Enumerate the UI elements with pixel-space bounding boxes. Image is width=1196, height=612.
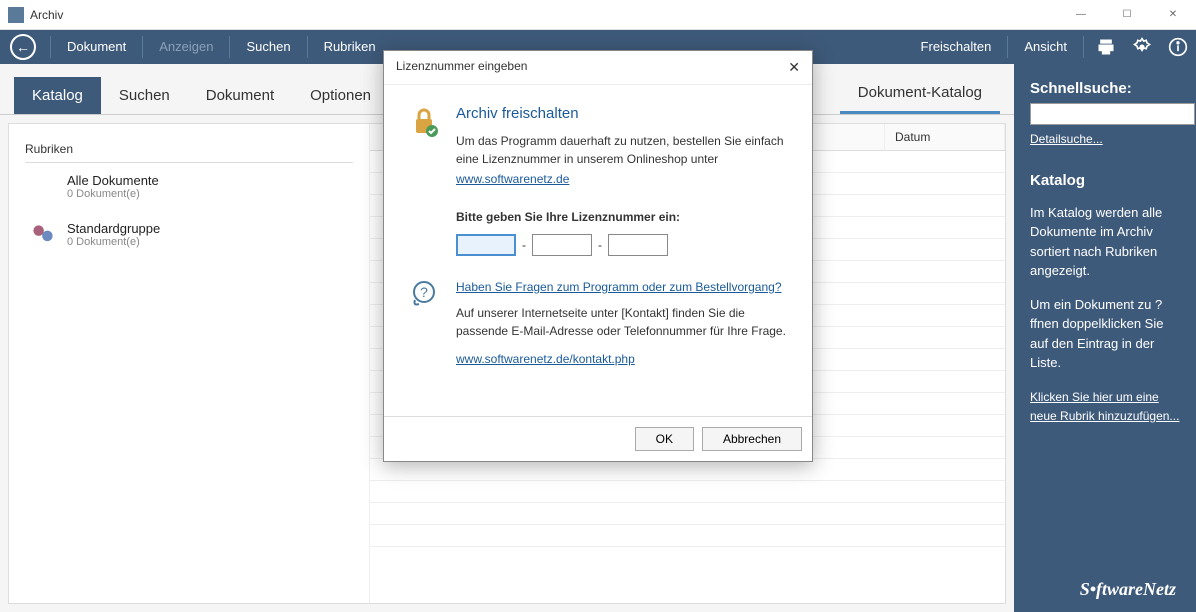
rubriken-header: Rubriken [25,136,353,163]
app-icon [8,7,24,23]
detailsuche-link[interactable]: Detailsuche... [1030,132,1103,146]
license-prompt: Bitte geben Sie Ihre Lizenznummer ein: [456,210,680,224]
tab-suchen[interactable]: Suchen [101,77,188,114]
info-icon[interactable] [1168,37,1188,57]
toolbar-suchen[interactable]: Suchen [234,30,302,64]
toolbar-freischalten[interactable]: Freischalten [909,30,1004,64]
toolbar-anzeigen[interactable]: Anzeigen [147,30,225,64]
modal-heading-freischalten: Archiv freischalten [456,105,788,122]
modal-close-icon[interactable]: ✕ [788,59,800,76]
cancel-button[interactable]: Abbrechen [702,427,802,451]
rubrik-name: Alle Dokumente [67,173,159,188]
rubrik-count: 0 Dokument(e) [67,188,159,200]
rubrik-standardgruppe[interactable]: Standardgruppe 0 Dokument(e) [25,211,353,259]
modal-heading-fragen: Haben Sie Fragen zum Programm oder zum B… [456,280,788,294]
print-icon[interactable] [1096,37,1116,57]
table-row[interactable] [370,459,1005,481]
tab-optionen[interactable]: Optionen [292,77,389,114]
group-icon [29,221,57,249]
toolbar-ansicht[interactable]: Ansicht [1012,30,1079,64]
toolbar-rubriken[interactable]: Rubriken [312,30,388,64]
license-field-3[interactable] [608,234,668,256]
lock-icon [408,105,440,186]
col-datum[interactable]: Datum [885,124,1005,150]
back-button[interactable]: ← [10,34,36,60]
softwarenetz-link[interactable]: www.softwarenetz.de [456,172,569,186]
modal-text: Um das Programm dauerhaft zu nutzen, bes… [456,132,788,168]
rubrik-alle-dokumente[interactable]: Alle Dokumente 0 Dokument(e) [25,163,353,211]
modal-text: Auf unserer Internetseite unter [Kontakt… [456,304,788,340]
brand-logo: S•ftwareNetz [1080,579,1176,600]
svg-text:?: ? [420,284,428,300]
dokument-katalog-header: Dokument-Katalog [840,74,1000,114]
schnellsuche-title: Schnellsuche: [1030,80,1180,97]
table-row[interactable] [370,525,1005,547]
license-modal: Lizenznummer eingeben ✕ Archiv freischal… [383,50,813,462]
close-button[interactable]: ✕ [1150,0,1196,30]
license-field-1[interactable] [456,234,516,256]
katalog-title: Katalog [1030,170,1180,193]
rubriken-panel: Rubriken Alle Dokumente 0 Dokument(e) St… [9,124,369,603]
right-panel: Schnellsuche: Los Detailsuche... Katalog… [1014,64,1196,612]
tab-katalog[interactable]: Katalog [14,77,101,114]
titlebar: Archiv — ☐ ✕ [0,0,1196,30]
ok-button[interactable]: OK [635,427,694,451]
katalog-text: Im Katalog werden alle Dokumente im Arch… [1030,203,1180,281]
kontakt-link[interactable]: www.softwarenetz.de/kontakt.php [456,352,635,366]
toolbar-dokument[interactable]: Dokument [55,30,138,64]
gear-icon[interactable] [1132,37,1152,57]
maximize-button[interactable]: ☐ [1104,0,1150,30]
rubrik-name: Standardgruppe [67,221,160,236]
license-field-2[interactable] [532,234,592,256]
minimize-button[interactable]: — [1058,0,1104,30]
tab-dokument[interactable]: Dokument [188,77,292,114]
table-row[interactable] [370,503,1005,525]
table-row[interactable] [370,481,1005,503]
schnellsuche-input[interactable] [1030,103,1195,125]
modal-title: Lizenznummer eingeben [396,59,527,76]
neue-rubrik-link[interactable]: Klicken Sie hier um eine neue Rubrik hin… [1030,390,1179,424]
question-icon: ? [408,280,440,372]
rubrik-count: 0 Dokument(e) [67,236,160,248]
window-title: Archiv [30,8,63,22]
katalog-text: Um ein Dokument zu ?ffnen doppelklicken … [1030,295,1180,373]
